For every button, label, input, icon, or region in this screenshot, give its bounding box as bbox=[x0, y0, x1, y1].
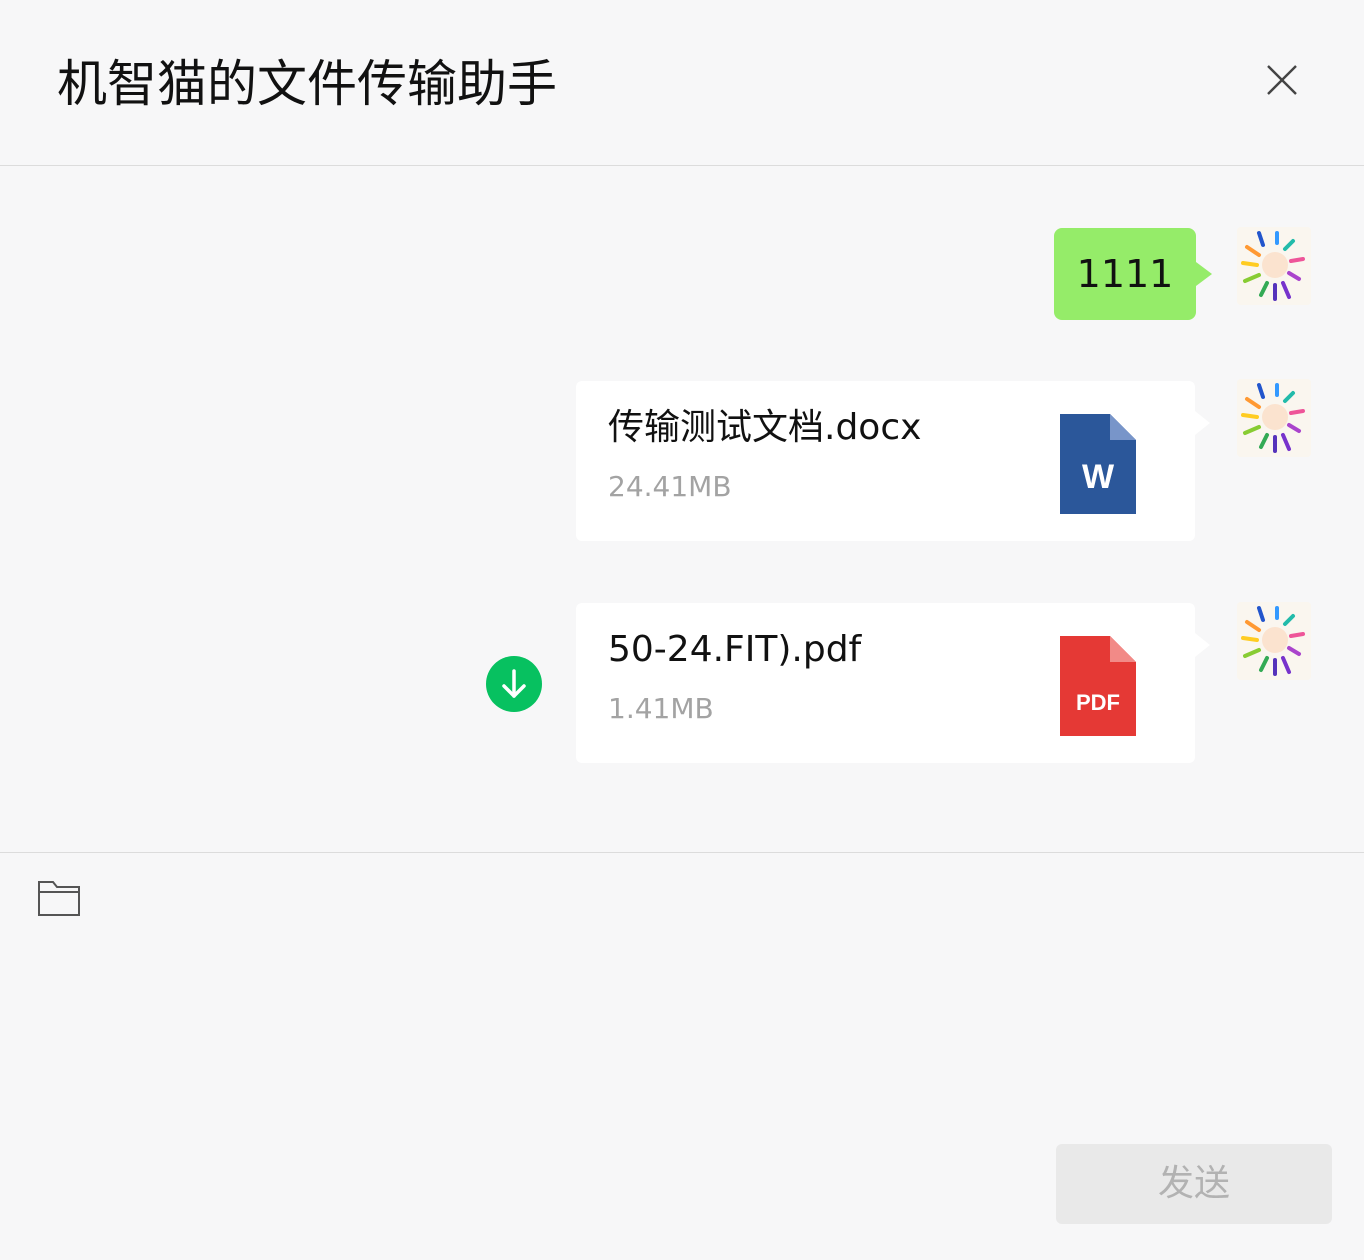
close-icon[interactable] bbox=[1262, 60, 1302, 100]
file-size: 1.41MB bbox=[608, 692, 714, 725]
window-title: 机智猫的文件传输助手 bbox=[57, 55, 557, 113]
word-icon-label: W bbox=[1082, 458, 1115, 496]
file-size: 24.41MB bbox=[608, 470, 732, 503]
pdf-icon-label: PDF bbox=[1076, 690, 1120, 715]
text-message-bubble[interactable]: 1111 bbox=[1054, 228, 1212, 320]
avatar[interactable] bbox=[1237, 379, 1311, 457]
composer-divider bbox=[0, 852, 1364, 853]
file-name: 50-24.FIT).pdf bbox=[608, 629, 862, 670]
file-message-card[interactable]: 传输测试文档.docx 24.41MB W bbox=[576, 381, 1210, 541]
download-icon[interactable] bbox=[486, 656, 542, 712]
file-name: 传输测试文档.docx bbox=[608, 407, 922, 448]
window-header: 机智猫的文件传输助手 bbox=[0, 0, 1364, 166]
file-message-card[interactable]: 50-24.FIT).pdf 1.41MB PDF bbox=[576, 603, 1210, 763]
pdf-file-icon: PDF bbox=[1058, 636, 1136, 738]
word-file-icon: W bbox=[1058, 414, 1136, 516]
avatar[interactable] bbox=[1237, 602, 1311, 680]
avatar[interactable] bbox=[1237, 227, 1311, 305]
folder-icon[interactable] bbox=[36, 878, 82, 918]
send-button[interactable]: 发送 bbox=[1056, 1144, 1332, 1224]
message-input[interactable] bbox=[30, 935, 1334, 1125]
